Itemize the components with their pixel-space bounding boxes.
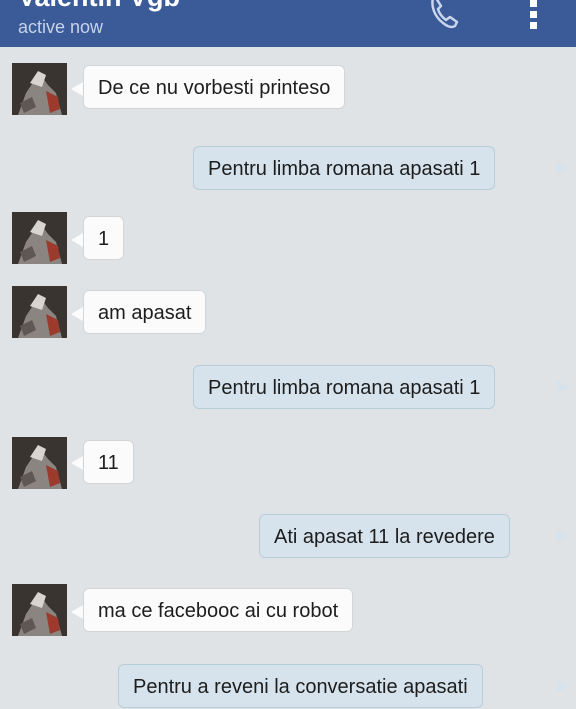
presence-status: active now [18,17,104,37]
outgoing-message[interactable]: Ati apasat 11 la revedere [259,514,510,558]
conversation-header: Valentin Vgb active now [0,0,576,47]
call-button[interactable] [424,0,464,30]
contact-avatar[interactable] [12,212,67,264]
incoming-message[interactable]: ma ce facebooc ai cu robot [83,588,354,632]
incoming-message[interactable]: 11 [83,440,134,484]
overflow-menu-button[interactable] [522,0,546,32]
contact-avatar[interactable] [12,584,67,636]
incoming-message[interactable]: am apasat [83,290,207,334]
contact-name[interactable]: Valentin Vgb [18,0,180,13]
incoming-message[interactable]: De ce nu vorbesti printeso [83,65,346,109]
outgoing-message[interactable]: Pentru limba romana apasati 1 [193,365,496,409]
phone-icon [431,0,459,29]
contact-avatar[interactable] [12,437,67,489]
incoming-message[interactable]: 1 [83,216,125,260]
contact-avatar[interactable] [12,286,67,338]
outgoing-message[interactable]: Pentru a reveni la conversatie apasati [118,664,483,708]
contact-avatar[interactable] [12,63,67,115]
outgoing-message[interactable]: Pentru limba romana apasati 1 [193,146,496,190]
